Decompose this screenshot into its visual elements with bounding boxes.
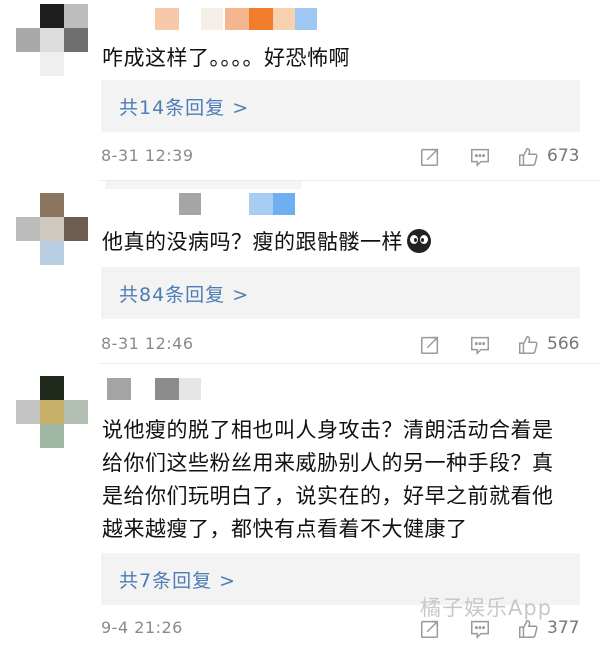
share-icon[interactable]: [419, 334, 441, 356]
comment-icon[interactable]: [469, 146, 491, 168]
reply-count-link[interactable]: 共84条回复 >: [119, 280, 249, 307]
comment-item: 他真的没病吗？瘦的跟骷髅一样 共84条回复 > 8-31 12:46 566: [0, 181, 600, 363]
comment-text-content: 他真的没病吗？瘦的跟骷髅一样: [102, 230, 403, 254]
reply-count-box[interactable]: 共14条回复 >: [101, 80, 580, 132]
like-count: 566: [547, 334, 580, 354]
reply-count-link[interactable]: 共7条回复 >: [119, 566, 236, 593]
comment-text-line: 是给你们玩明白了，说实在的，好早之前就看他: [102, 484, 554, 508]
comment-meta: 8-31 12:46 566: [101, 334, 581, 358]
comment-meta: 8-31 12:39 673: [101, 146, 581, 170]
comment-text: 咋成这样了。。。。好恐怖啊: [102, 46, 350, 70]
comment-text-line: 给你们这些粉丝用来威胁别人的另一种手段？真: [102, 451, 554, 475]
reply-count-link[interactable]: 共14条回复 >: [119, 93, 249, 120]
like-icon[interactable]: [517, 334, 539, 356]
share-icon[interactable]: [419, 146, 441, 168]
timestamp: 8-31 12:46: [101, 334, 194, 353]
avatar[interactable]: [16, 4, 88, 76]
scared-face-icon: [407, 229, 431, 253]
comment-text: 他真的没病吗？瘦的跟骷髅一样: [102, 226, 582, 258]
like-count: 673: [547, 146, 580, 166]
avatar[interactable]: [16, 376, 88, 448]
comment-text-line: 说他瘦的脱了相也叫人身攻击？清朗活动合着是: [102, 418, 554, 442]
like-icon[interactable]: [517, 146, 539, 168]
comment-icon[interactable]: [469, 334, 491, 356]
timestamp: 9-4 21:26: [101, 618, 183, 637]
comment-item: 咋成这样了。。。。好恐怖啊 共14条回复 > 8-31 12:39 673: [0, 0, 600, 180]
comment-text-line: 越来越瘦了，都快有点看着不大健康了: [102, 517, 468, 541]
timestamp: 8-31 12:39: [101, 146, 194, 165]
comment-text: 说他瘦的脱了相也叫人身攻击？清朗活动合着是 给你们这些粉丝用来威胁别人的另一种手…: [102, 414, 582, 546]
watermark-text: 橘子娱乐App: [420, 596, 553, 620]
reply-count-box[interactable]: 共84条回复 >: [101, 267, 580, 319]
avatar[interactable]: [16, 193, 88, 265]
